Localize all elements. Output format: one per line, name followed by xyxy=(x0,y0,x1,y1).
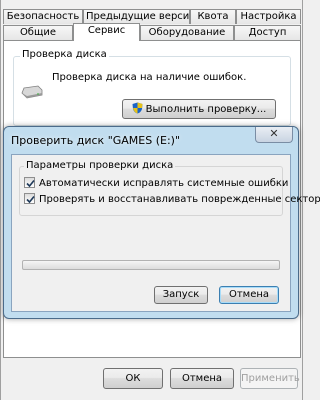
tab-tools[interactable]: Сервис xyxy=(73,23,140,41)
auto-fix-checkbox[interactable] xyxy=(24,177,35,188)
checkmark-icon xyxy=(26,179,35,188)
auto-fix-label: Автоматически исправлять системные ошибк… xyxy=(39,178,289,189)
tab-security[interactable]: Безопасность xyxy=(3,9,83,24)
check-progress-bar xyxy=(22,260,280,270)
run-check-label: Выполнить проверку... xyxy=(145,104,267,115)
close-icon: ✕ xyxy=(269,127,279,140)
start-button[interactable]: Запуск xyxy=(154,286,208,304)
dialog-title: Проверить диск "GAMES (E:)" xyxy=(11,134,181,147)
uac-shield-icon xyxy=(132,102,143,114)
run-check-button[interactable]: Выполнить проверку... xyxy=(122,99,276,119)
tab-hardware[interactable]: Оборудование xyxy=(140,25,234,40)
check-disk-dialog: Проверить диск "GAMES (E:)" ✕ Параметры … xyxy=(3,126,320,319)
tab-sharing[interactable]: Доступ xyxy=(234,25,301,40)
apply-button[interactable]: Применить xyxy=(240,368,300,389)
dialog-client-area: Параметры проверки диска Автоматически и… xyxy=(11,154,320,312)
recover-sectors-label: Проверять и восстанавливать поврежденные… xyxy=(39,194,320,205)
cancel-button[interactable]: Отмена xyxy=(170,368,234,389)
close-button[interactable]: ✕ xyxy=(255,127,293,143)
tab-customize[interactable]: Настройка xyxy=(236,9,301,24)
disk-check-description: Проверка диска на наличие ошибок. xyxy=(52,72,247,83)
tab-general[interactable]: Общие xyxy=(3,25,73,40)
hard-disk-icon xyxy=(21,85,43,99)
dialog-cancel-button[interactable]: Отмена xyxy=(219,286,279,304)
disk-check-group-title: Проверка диска xyxy=(20,49,109,60)
checkmark-icon xyxy=(26,195,35,204)
check-options-title: Параметры проверки диска xyxy=(24,160,176,171)
tab-quota[interactable]: Квота xyxy=(190,9,236,24)
ok-button[interactable]: ОК xyxy=(103,368,163,389)
tab-previous-versions[interactable]: Предыдущие версии xyxy=(83,9,190,24)
recover-sectors-option[interactable]: Проверять и восстанавливать поврежденные… xyxy=(24,193,320,206)
recover-sectors-checkbox[interactable] xyxy=(24,193,35,204)
auto-fix-option[interactable]: Автоматически исправлять системные ошибк… xyxy=(24,177,288,190)
check-options-group xyxy=(19,166,283,216)
